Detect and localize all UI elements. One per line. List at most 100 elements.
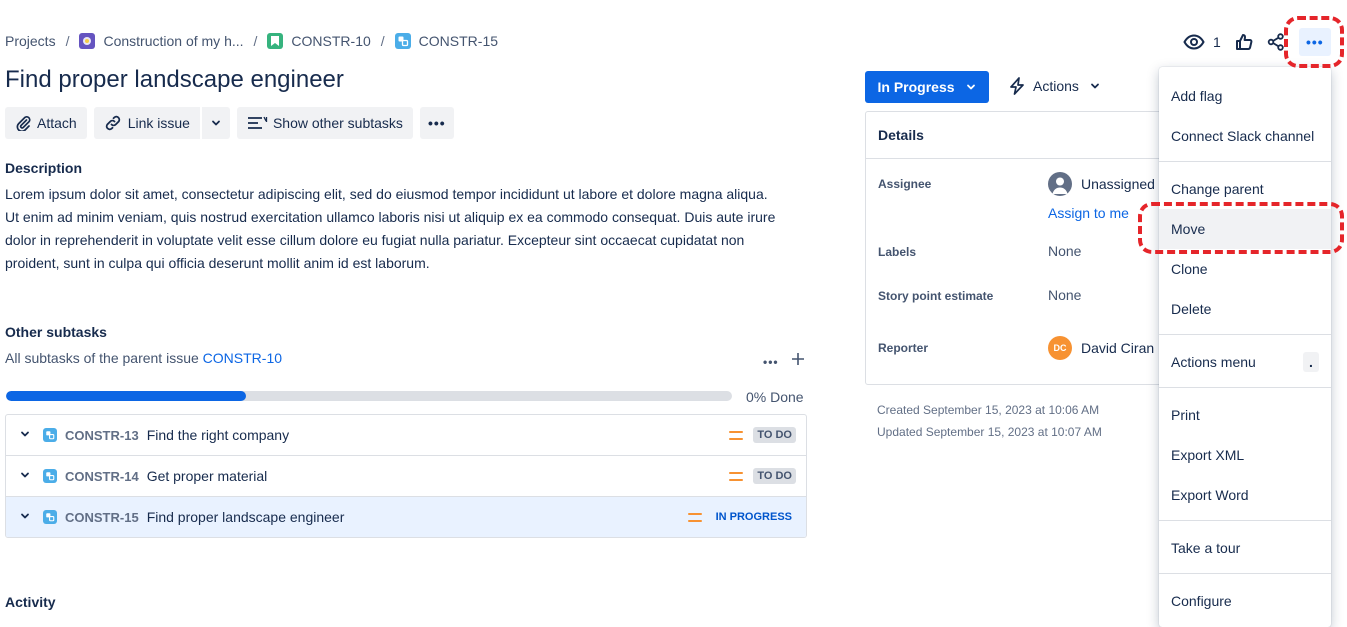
assign-to-me-link[interactable]: Assign to me	[1048, 205, 1129, 221]
subtask-summary[interactable]: Find the right company	[147, 427, 289, 443]
table-row[interactable]: CONSTR-13 Find the right company TO DO	[6, 415, 806, 456]
assignee-field[interactable]: Unassigned	[1048, 172, 1155, 196]
status-badge[interactable]: IN PROGRESS	[712, 509, 796, 525]
description-heading: Description	[5, 160, 83, 176]
breadcrumb-project[interactable]: Construction of my h...	[79, 33, 244, 49]
menu-item-print[interactable]: Print	[1159, 395, 1331, 435]
more-actions-button[interactable]: •••	[1298, 28, 1331, 56]
breadcrumb-separator: /	[65, 33, 70, 49]
details-panel: Details Assignee Unassigned Assign to me…	[865, 111, 1167, 385]
menu-item-change-parent[interactable]: Change parent	[1159, 169, 1331, 209]
actions-menu-label: Actions menu	[1171, 354, 1256, 370]
menu-item-actions-menu[interactable]: Actions menu .	[1159, 342, 1331, 382]
subtasks-progress-bar	[6, 391, 732, 401]
breadcrumb-project-label: Construction of my h...	[103, 33, 244, 49]
subtask-key[interactable]: CONSTR-13	[65, 428, 139, 443]
chevron-down-icon	[212, 120, 220, 126]
chevron-down-icon	[966, 84, 975, 90]
show-other-subtasks-button[interactable]: Show other subtasks	[236, 107, 413, 139]
share-button[interactable]	[1267, 28, 1285, 56]
actions-button[interactable]: Actions	[1009, 77, 1101, 95]
lightning-icon	[1010, 77, 1024, 95]
plus-icon	[791, 353, 804, 365]
subtasks-heading: Other subtasks	[5, 324, 107, 340]
add-subtask-button[interactable]	[791, 352, 805, 371]
issue-toolbar: Attach Link issue Show other subtasks ••…	[5, 107, 454, 139]
subtasks-actions: •••	[763, 352, 805, 371]
more-horizontal-icon: •••	[427, 115, 446, 131]
attach-label: Attach	[37, 115, 77, 131]
toolbar-more-button[interactable]: •••	[419, 107, 454, 139]
menu-item-delete[interactable]: Delete	[1159, 289, 1331, 329]
status-badge[interactable]: TO DO	[753, 468, 796, 484]
priority-medium-icon	[729, 430, 743, 440]
breadcrumb-issue[interactable]: CONSTR-15	[394, 33, 499, 49]
more-actions-menu: Add flag Connect Slack channel Change pa…	[1159, 67, 1331, 627]
assignee-label: Assignee	[878, 177, 932, 191]
subtask-summary[interactable]: Get proper material	[147, 468, 268, 484]
menu-item-take-tour[interactable]: Take a tour	[1159, 528, 1331, 568]
status-button[interactable]: In Progress	[865, 71, 989, 103]
priority-medium-icon	[729, 471, 743, 481]
activity-heading: Activity	[5, 594, 56, 610]
watch-button[interactable]: 1	[1183, 28, 1221, 56]
subtasks-table: CONSTR-13 Find the right company TO DO C…	[5, 414, 807, 538]
menu-item-clone[interactable]: Clone	[1159, 249, 1331, 289]
menu-divider	[1159, 573, 1331, 574]
story-points-value[interactable]: None	[1048, 287, 1081, 303]
menu-divider	[1159, 334, 1331, 335]
menu-item-export-word[interactable]: Export Word	[1159, 475, 1331, 515]
chevron-down-icon	[1091, 83, 1099, 89]
show-other-subtasks-label: Show other subtasks	[272, 115, 403, 131]
link-icon	[105, 115, 120, 131]
link-issue-group: Link issue	[93, 107, 230, 139]
table-row[interactable]: CONSTR-15 Find proper landscape engineer…	[6, 497, 806, 537]
attach-button[interactable]: Attach	[5, 107, 87, 139]
breadcrumb-parent[interactable]: CONSTR-10	[267, 33, 371, 49]
description-text[interactable]: Lorem ipsum dolor sit amet, consectetur …	[5, 183, 785, 275]
labels-label: Labels	[878, 245, 917, 259]
thumbs-up-icon	[1235, 34, 1253, 50]
menu-item-add-flag[interactable]: Add flag	[1159, 76, 1331, 116]
subtask-icon	[43, 469, 57, 483]
menu-divider	[1159, 161, 1331, 162]
issue-header-actions: 1 •••	[1183, 28, 1331, 56]
subtask-list-icon	[247, 116, 268, 129]
subtasks-progress-label: 0% Done	[746, 389, 804, 405]
reporter-field[interactable]: DC David Ciran	[1048, 336, 1154, 360]
chevron-down-icon[interactable]	[20, 470, 32, 483]
labels-value[interactable]: None	[1048, 243, 1081, 259]
chevron-down-icon[interactable]	[20, 429, 32, 442]
chevron-down-icon[interactable]	[20, 511, 32, 524]
subtasks-more-button[interactable]: •••	[763, 355, 779, 369]
reporter-value: David Ciran	[1081, 340, 1155, 356]
paperclip-icon	[16, 115, 31, 131]
table-row[interactable]: CONSTR-14 Get proper material TO DO	[6, 456, 806, 497]
vote-button[interactable]	[1235, 28, 1253, 56]
link-issue-dropdown[interactable]	[201, 107, 230, 139]
breadcrumb-issue-label: CONSTR-15	[418, 33, 499, 49]
story-points-label: Story point estimate	[878, 289, 994, 303]
menu-item-configure[interactable]: Configure	[1159, 581, 1331, 621]
subtask-key[interactable]: CONSTR-15	[65, 510, 139, 525]
status-badge[interactable]: TO DO	[753, 427, 796, 443]
subtask-summary[interactable]: Find proper landscape engineer	[147, 509, 345, 525]
share-icon	[1267, 33, 1284, 51]
menu-divider	[1159, 387, 1331, 388]
page-title[interactable]: Find proper landscape engineer	[5, 66, 344, 94]
menu-item-connect-slack[interactable]: Connect Slack channel	[1159, 116, 1331, 156]
breadcrumb-projects[interactable]: Projects	[5, 33, 56, 49]
updated-timestamp: Updated September 15, 2023 at 10:07 AM	[877, 425, 1102, 439]
menu-divider	[1159, 520, 1331, 521]
story-icon	[267, 33, 284, 49]
subtask-key[interactable]: CONSTR-14	[65, 469, 139, 484]
actions-button-label: Actions	[1033, 78, 1079, 94]
menu-item-move[interactable]: Move	[1159, 209, 1331, 249]
more-horizontal-icon: •••	[1305, 34, 1324, 50]
menu-item-export-xml[interactable]: Export XML	[1159, 435, 1331, 475]
parent-issue-link[interactable]: CONSTR-10	[203, 350, 282, 366]
breadcrumb: Projects / Construction of my h... / CON…	[5, 31, 498, 51]
details-heading[interactable]: Details	[866, 112, 1166, 159]
subtask-icon	[394, 33, 411, 49]
link-issue-button[interactable]: Link issue	[93, 107, 200, 139]
